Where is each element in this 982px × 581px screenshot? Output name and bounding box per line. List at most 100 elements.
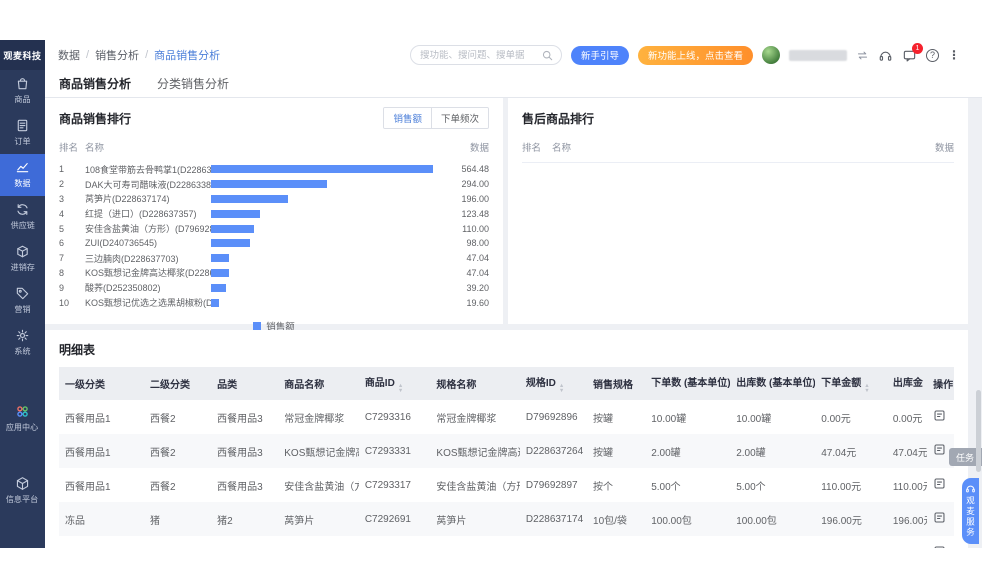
sidebar-item-data[interactable]: 数据 bbox=[0, 154, 45, 196]
col-name: 名称 bbox=[85, 143, 105, 154]
message-badge: 1 bbox=[912, 42, 923, 54]
ranking-panels-row: 商品销售排行 销售额 下单频次 排名 名称 数据 1 108食堂带筋去骨鸭掌1(D… bbox=[45, 98, 968, 333]
table-row: 西餐用品1 西餐2 西餐用品3 常冠金牌椰浆 C7293316 常冠金牌椰浆 D796928… bbox=[59, 400, 954, 434]
view-detail-icon[interactable] bbox=[933, 443, 946, 456]
table-cell-actions bbox=[927, 400, 954, 434]
table-cell: 24.00包 bbox=[645, 536, 730, 548]
ranking-row: 8 KOS甄想记金牌高达椰浆(D228637264) 47.04 bbox=[59, 266, 489, 281]
table-cell: 西餐用品3 bbox=[217, 481, 263, 493]
table-cell: 莴笋片 bbox=[436, 515, 467, 527]
sort-icon[interactable]: ▲▼ bbox=[559, 384, 564, 393]
view-detail-icon[interactable] bbox=[933, 409, 946, 422]
sidebar-item-inventory[interactable]: 进销存 bbox=[0, 238, 45, 280]
table-cell: 24.00包 bbox=[730, 536, 815, 548]
table-cell: 10包/袋 bbox=[593, 515, 627, 527]
ranking-value: 564.48 bbox=[461, 164, 489, 175]
tab-category-sales-analysis[interactable]: 分类销售分析 bbox=[157, 75, 229, 92]
inventory-icon bbox=[15, 244, 30, 259]
table-cell: C7293011 bbox=[359, 536, 431, 549]
column-header[interactable]: 出库数 (基本单位)▲▼ bbox=[730, 367, 816, 400]
column-header[interactable]: 下单数 (基本单位)▲▼ bbox=[645, 367, 731, 400]
metric-button-sales-amount[interactable]: 销售额 bbox=[384, 108, 431, 128]
ranking-rank: 3 bbox=[59, 193, 65, 204]
table-cell: 2.00罐 bbox=[651, 447, 681, 459]
customer-service-icon[interactable] bbox=[878, 48, 893, 63]
ranking-row: 5 安佳含盐黄油（方形）(D79692897) 110.00 bbox=[59, 221, 489, 236]
sidebar-item-marketing[interactable]: 营销 bbox=[0, 280, 45, 322]
column-header[interactable]: 下单金额 ▲ ▼ bbox=[815, 367, 887, 400]
ranking-row: 4 红提（进口）(D228637357) 123.48 bbox=[59, 206, 489, 221]
ranking-row: 10 KOS甄想记优选之选黑胡椒粉(D228634296) 19.60 bbox=[59, 295, 489, 310]
ranking-bar bbox=[211, 254, 230, 263]
more-menu-icon[interactable]: ⋮ bbox=[948, 48, 960, 62]
sidebar-item-orders[interactable]: 订单 bbox=[0, 112, 45, 154]
ranking-rank: 7 bbox=[59, 253, 65, 264]
breadcrumb-separator: / bbox=[86, 49, 90, 61]
ranking-row: 7 三边腩肉(D228637703) 47.04 bbox=[59, 251, 489, 266]
ranking-rank: 4 bbox=[59, 208, 65, 219]
sidebar-item-info-platform[interactable]: 信息平台 bbox=[0, 470, 45, 512]
ranking-rank: 1 bbox=[59, 164, 65, 175]
search-input[interactable] bbox=[419, 49, 541, 61]
ranking-row: 3 莴笋片(D228637174) 196.00 bbox=[59, 192, 489, 207]
table-cell: 108食堂带筋去骨鸭掌1 bbox=[430, 536, 520, 548]
brand-logo: 观麦科技 bbox=[0, 40, 45, 70]
table-cell: 西餐用品3 bbox=[217, 413, 263, 425]
switch-account-icon[interactable] bbox=[856, 49, 869, 62]
global-search[interactable] bbox=[409, 45, 562, 65]
avatar[interactable] bbox=[762, 46, 780, 64]
sidebar-item-system[interactable]: 系统 bbox=[0, 322, 45, 364]
table-row: 西餐用品1 西餐2 西餐用品3 KOS甄想记金牌高达椰浆 C7293331 KOS甄想记金… bbox=[59, 434, 954, 468]
table-cell: 108食堂带筋去骨鸭掌 bbox=[278, 536, 359, 548]
sidebar-item-goods[interactable]: 商品 bbox=[0, 70, 45, 112]
sidebar-item-label: 进销存 bbox=[10, 262, 35, 272]
table-cell: D228637144 bbox=[520, 536, 587, 549]
search-icon[interactable] bbox=[541, 49, 554, 62]
breadcrumb-item[interactable]: 数据 bbox=[58, 47, 80, 63]
sort-icon[interactable]: ▲▼ bbox=[926, 384, 927, 393]
ranking-bar-track bbox=[211, 283, 433, 292]
table-cell: KOS甄想记金牌高达椰浆 bbox=[284, 447, 359, 459]
sort-icon[interactable]: ▲▼ bbox=[398, 384, 403, 393]
after-sales-ranking-panel: 售后商品排行 排名 名称 数据 bbox=[508, 98, 968, 324]
tab-product-sales-analysis[interactable]: 商品销售分析 bbox=[59, 75, 131, 92]
column-header[interactable]: 出库金▲▼ bbox=[886, 367, 928, 400]
col-name: 名称 bbox=[552, 143, 572, 154]
column-header: 销售规格 bbox=[587, 367, 646, 400]
view-detail-icon[interactable] bbox=[933, 511, 946, 524]
guide-button[interactable]: 新手引导 bbox=[570, 45, 629, 65]
promo-button[interactable]: 新功能上线，点击查看 bbox=[637, 45, 753, 65]
sort-icon[interactable]: ▲▼ bbox=[864, 384, 869, 393]
sidebar-item-app-center[interactable]: 应用中心 bbox=[0, 398, 45, 440]
col-value: 数据 bbox=[469, 143, 489, 154]
topbar-right: 新手引导 新功能上线，点击查看 1 ? bbox=[409, 42, 960, 65]
table-cell: D228637174 bbox=[525, 513, 584, 525]
sidebar-item-supply-chain[interactable]: 供应链 bbox=[0, 196, 45, 238]
ranking-rank: 10 bbox=[59, 297, 70, 308]
sidebar: 观麦科技 商品 订单 数据 供应链进销存营销 系统 应用中心信息平台 bbox=[0, 40, 45, 548]
breadcrumb-item[interactable]: 销售分析 bbox=[95, 47, 139, 63]
column-header: 操作 bbox=[927, 367, 954, 400]
column-header: 品类 bbox=[211, 367, 279, 400]
ranking-bar bbox=[211, 165, 433, 174]
column-header[interactable]: 商品ID ▲ ▼ bbox=[358, 367, 431, 400]
view-detail-icon[interactable] bbox=[933, 545, 946, 548]
metric-button-order-count[interactable]: 下单频次 bbox=[430, 108, 488, 128]
view-detail-icon[interactable] bbox=[933, 477, 946, 490]
column-header[interactable]: 规格ID ▲ ▼ bbox=[519, 367, 588, 400]
ranking-row: 2 DAK大可寿司醋味液(D228633861) 294.00 bbox=[59, 177, 489, 192]
gear-icon bbox=[15, 328, 30, 343]
detail-table-header-row: 一级分类 二级分类 品类 商品名称 商品ID ▲ ▼ 规格名称 规格ID ▲ ▼ 销售规格 下单数 (基… bbox=[59, 367, 954, 400]
ranking-rank: 2 bbox=[59, 179, 65, 190]
help-icon[interactable]: ? bbox=[926, 48, 939, 62]
ranking-bar bbox=[211, 194, 289, 203]
messages-icon[interactable]: 1 bbox=[902, 42, 923, 63]
table-cell: C7293331 bbox=[364, 445, 411, 457]
service-floating-button[interactable]: 观麦服务 bbox=[962, 478, 979, 544]
product-sales-ranking-panel: 商品销售排行 销售额 下单频次 排名 名称 数据 1 108食堂带筋去骨鸭掌1(D… bbox=[45, 98, 503, 333]
detail-table: 一级分类 二级分类 品类 商品名称 商品ID ▲ ▼ 规格名称 规格ID ▲ ▼ 销售规格 下单数 (基… bbox=[59, 367, 954, 548]
table-cell: 0.00元 bbox=[821, 413, 851, 425]
vertical-scrollbar[interactable] bbox=[976, 390, 981, 472]
ranking-name: ZUI(D240736545) bbox=[85, 238, 158, 249]
table-cell: 8包/桶 bbox=[587, 536, 645, 548]
